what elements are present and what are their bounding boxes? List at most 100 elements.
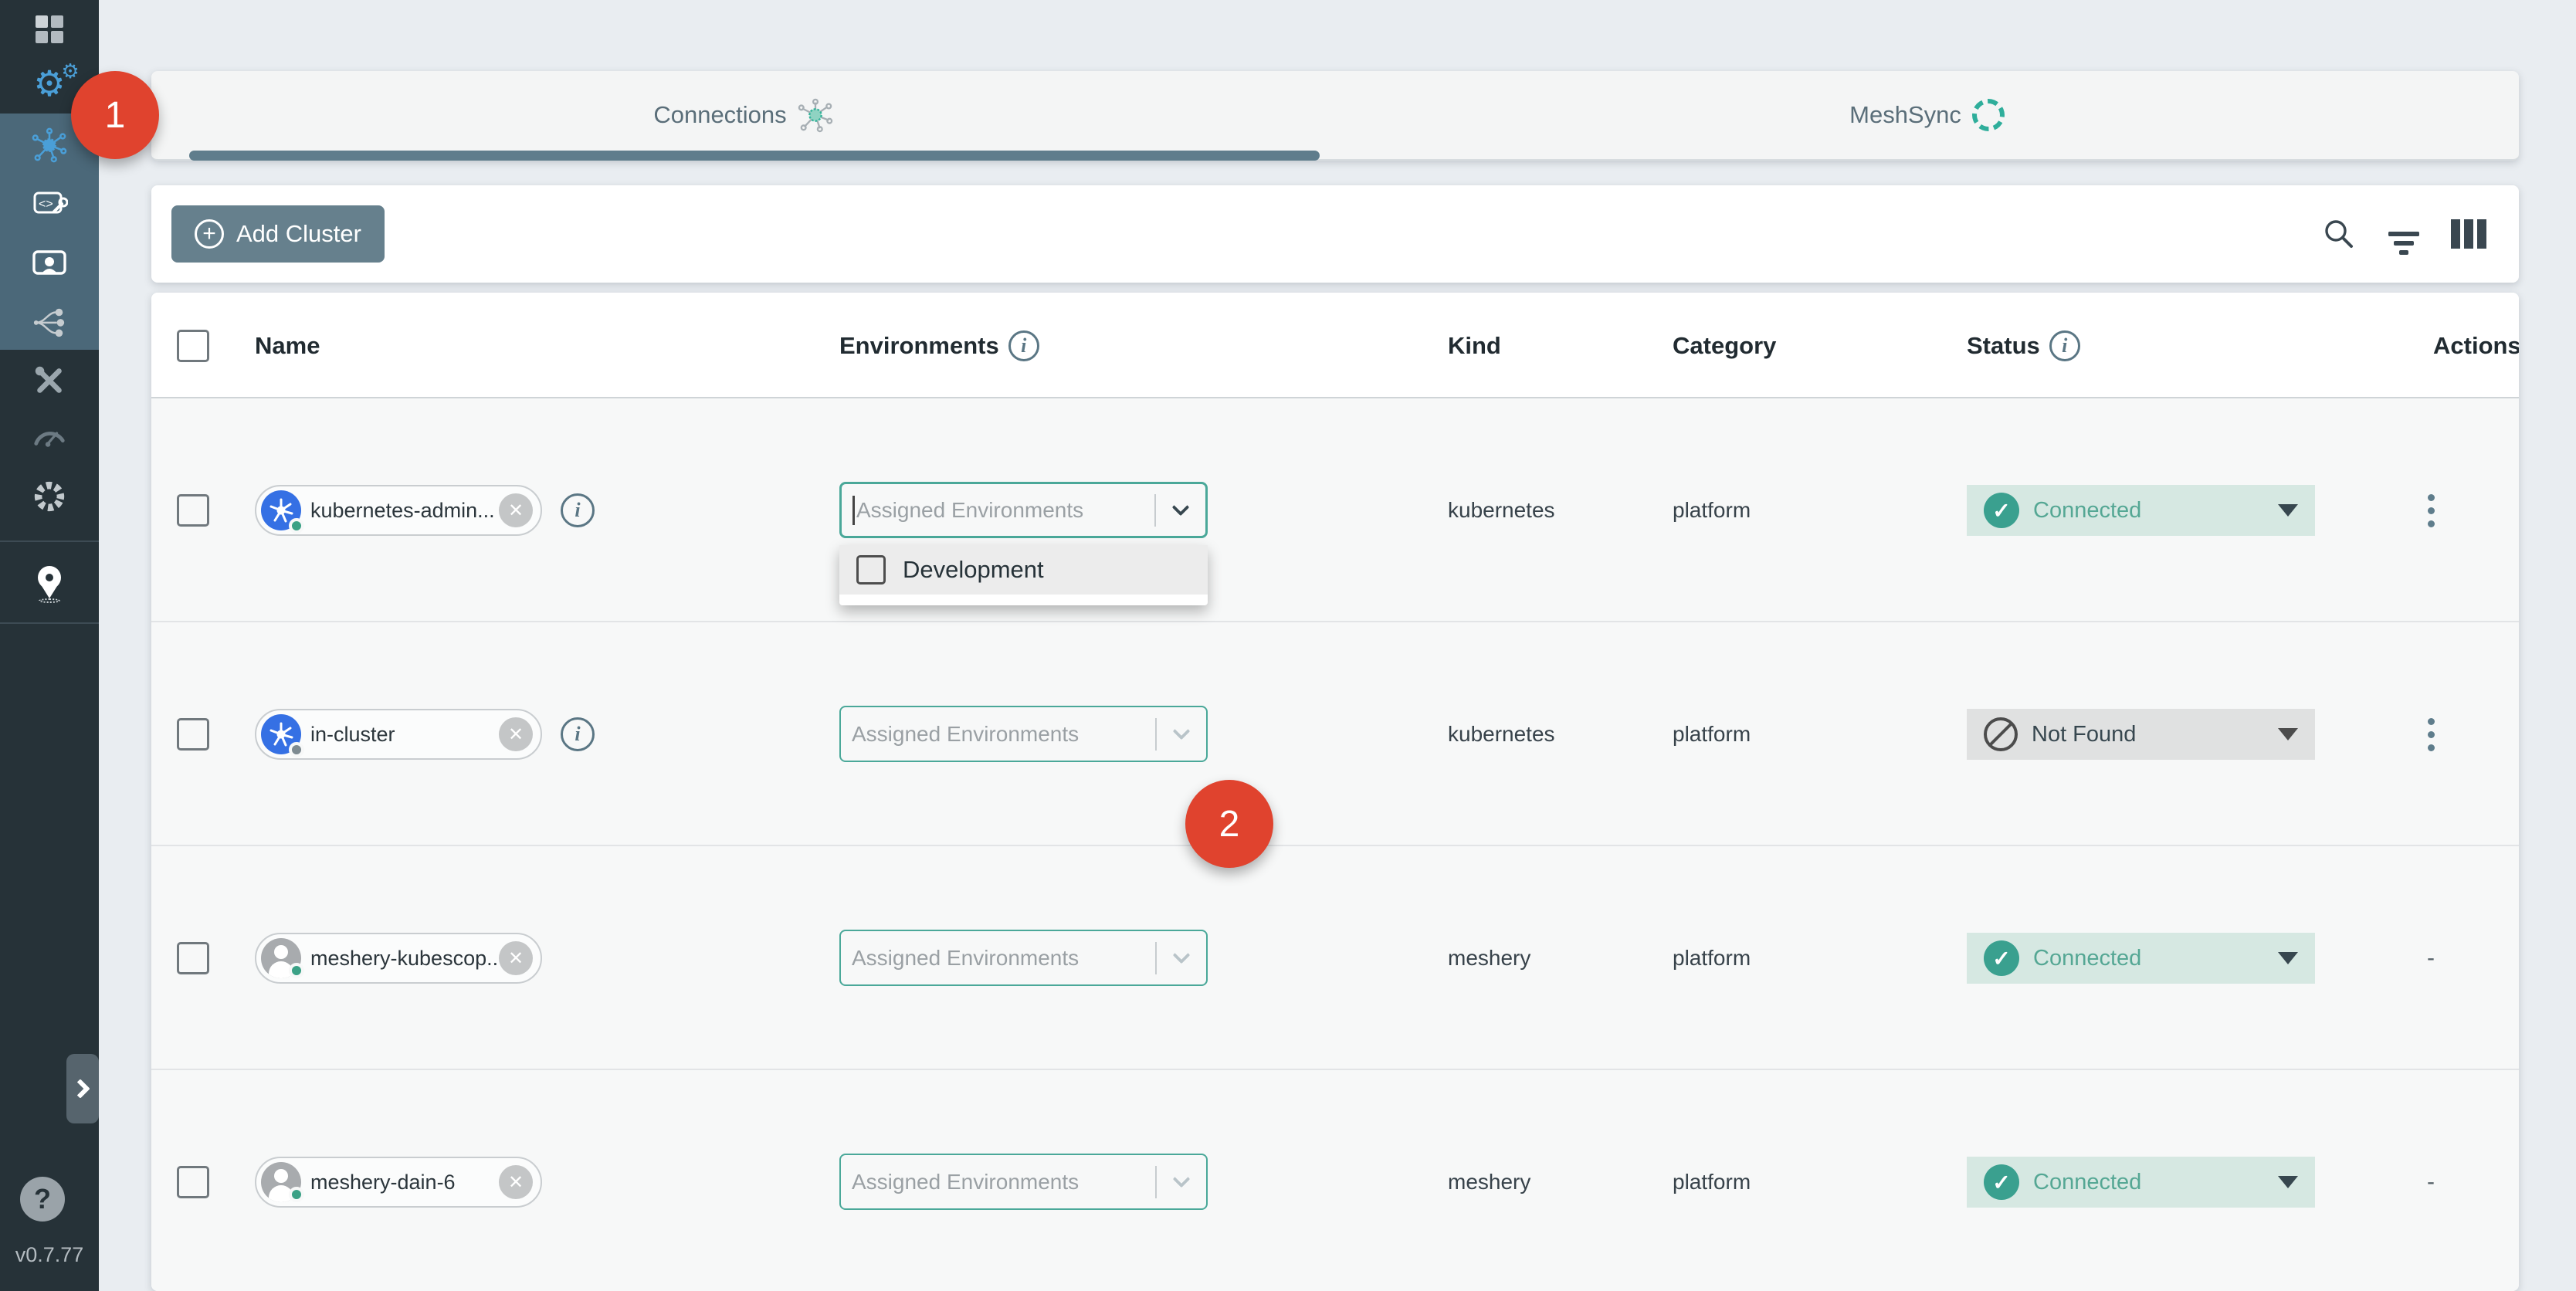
- environments-select[interactable]: Assigned Environments: [839, 930, 1208, 986]
- search-button[interactable]: [2321, 216, 2357, 252]
- status-dot: [289, 963, 304, 978]
- connection-name: kubernetes-admin...: [301, 499, 499, 523]
- status-dropdown[interactable]: ✓ Connected: [1967, 933, 2315, 984]
- table-row: meshery-dain-6 ✕ Assigned Environments m…: [151, 1070, 2519, 1291]
- version-label: v0.7.77: [0, 1243, 99, 1267]
- filter-button[interactable]: [2386, 216, 2422, 252]
- info-icon[interactable]: i: [2049, 330, 2080, 361]
- chevron-down-icon: [1173, 1170, 1191, 1188]
- environments-select[interactable]: Assigned Environments: [839, 706, 1208, 762]
- sidebar-item-performance[interactable]: [0, 405, 99, 464]
- category-cell: platform: [1673, 1070, 1751, 1291]
- option-checkbox[interactable]: [856, 555, 886, 585]
- table-header: Name Environments i Kind Category Status…: [151, 293, 2519, 398]
- info-icon[interactable]: i: [1008, 330, 1039, 361]
- screen-person-icon: [31, 246, 68, 280]
- sidebar-item-workspaces[interactable]: [0, 233, 99, 292]
- sidebar-item-location[interactable]: [0, 554, 99, 613]
- row-actions-menu-button[interactable]: [2420, 486, 2442, 535]
- tab-connections[interactable]: Connections: [151, 71, 1335, 159]
- chevron-down-icon: [1173, 946, 1191, 964]
- kind-cell: meshery: [1448, 846, 1530, 1070]
- gauge-icon: [32, 419, 67, 450]
- caret-down-icon: [2278, 1176, 2298, 1188]
- connections-table: Name Environments i Kind Category Status…: [151, 293, 2519, 1291]
- environments-placeholder: Assigned Environments: [841, 1170, 1155, 1194]
- status-dropdown[interactable]: ✓ Connected: [1967, 485, 2315, 536]
- connection-chip[interactable]: meshery-dain-6 ✕: [255, 1157, 542, 1208]
- select-chevron-button[interactable]: [1156, 507, 1205, 513]
- caret-down-icon: [2278, 728, 2298, 740]
- environments-placeholder: Assigned Environments: [841, 722, 1155, 747]
- check-circle-icon: ✓: [1984, 493, 2019, 528]
- table-row: meshery-kubescop... ✕ Assigned Environme…: [151, 846, 2519, 1070]
- category-cell: platform: [1673, 622, 1751, 846]
- connection-chip[interactable]: kubernetes-admin... ✕: [255, 485, 542, 536]
- category-cell: platform: [1673, 846, 1751, 1070]
- status-dot: [289, 518, 304, 534]
- select-chevron-button[interactable]: [1157, 1179, 1206, 1185]
- row-checkbox[interactable]: [177, 1166, 209, 1198]
- chevron-right-icon: [70, 1079, 90, 1098]
- environments-placeholder: Assigned Environments: [841, 946, 1155, 971]
- tab-meshsync[interactable]: MeshSync: [1335, 71, 2519, 159]
- location-pin-icon: [36, 566, 63, 601]
- row-actions-menu-button[interactable]: [2420, 710, 2442, 759]
- search-icon: [2322, 217, 2356, 251]
- environments-select[interactable]: Assigned Environments: [839, 1154, 1208, 1210]
- sidebar-item-adapters[interactable]: <>: [0, 175, 99, 233]
- hierarchy-icon: [32, 304, 67, 338]
- tab-connections-label: Connections: [653, 101, 786, 129]
- select-chevron-button[interactable]: [1157, 955, 1206, 961]
- ban-icon: [1984, 717, 2018, 751]
- remove-connection-button[interactable]: ✕: [499, 493, 533, 527]
- dropdown-option-development[interactable]: Development: [839, 545, 1208, 595]
- header-actions: Actions: [2433, 293, 2519, 398]
- connection-name: in-cluster: [301, 723, 499, 747]
- help-button[interactable]: ?: [20, 1177, 65, 1222]
- view-columns-button[interactable]: [2451, 216, 2486, 252]
- kind-cell: kubernetes: [1448, 398, 1555, 622]
- remove-connection-button[interactable]: ✕: [499, 717, 533, 751]
- status-dropdown[interactable]: Not Found: [1967, 709, 2315, 760]
- svg-text:<>: <>: [39, 198, 53, 211]
- connection-info-icon[interactable]: i: [561, 493, 595, 527]
- tabs-bar: Connections MeshSync: [151, 71, 2519, 161]
- row-checkbox[interactable]: [177, 942, 209, 974]
- connection-chip[interactable]: in-cluster ✕: [255, 709, 542, 760]
- view-columns-icon: [2451, 219, 2486, 249]
- add-cluster-button[interactable]: + Add Cluster: [171, 205, 385, 263]
- kind-cell: meshery: [1448, 1070, 1530, 1291]
- tab-meshsync-label: MeshSync: [1849, 101, 1961, 129]
- row-checkbox[interactable]: [177, 494, 209, 527]
- sidebar-expand-button[interactable]: [66, 1054, 99, 1123]
- no-actions-placeholder: -: [2427, 945, 2435, 971]
- header-category: Category: [1673, 293, 1776, 398]
- sidebar: ⚙⚙ ▾ <>: [0, 0, 99, 1291]
- connection-info-icon[interactable]: i: [561, 717, 595, 751]
- connection-chip[interactable]: meshery-kubescop... ✕: [255, 933, 542, 984]
- meshery-mesh-icon: [32, 479, 67, 514]
- sidebar-item-extensions[interactable]: [0, 467, 99, 526]
- remove-connection-button[interactable]: ✕: [499, 941, 533, 975]
- connections-mesh-icon: [32, 127, 67, 163]
- table-row: kubernetes-admin... ✕ i Assigned Environ…: [151, 398, 2519, 622]
- kubernetes-logo-icon: [261, 714, 301, 754]
- select-chevron-button[interactable]: [1157, 731, 1206, 737]
- sidebar-item-toolkit[interactable]: [0, 351, 99, 410]
- status-dropdown[interactable]: ✓ Connected: [1967, 1157, 2315, 1208]
- plus-icon: +: [195, 219, 224, 249]
- no-actions-placeholder: -: [2427, 1169, 2435, 1195]
- crossed-tools-icon: [32, 363, 67, 398]
- sidebar-item-environments[interactable]: [0, 292, 99, 351]
- sidebar-item-dashboard[interactable]: [0, 0, 99, 59]
- select-all-checkbox[interactable]: [177, 330, 209, 362]
- kind-cell: kubernetes: [1448, 622, 1555, 846]
- row-checkbox[interactable]: [177, 718, 209, 751]
- code-wrench-icon: <>: [31, 187, 68, 221]
- remove-connection-button[interactable]: ✕: [499, 1165, 533, 1199]
- header-status: Status i: [1967, 293, 2080, 398]
- connection-name: meshery-dain-6: [301, 1171, 499, 1194]
- environments-select[interactable]: Assigned Environments: [839, 482, 1208, 538]
- chevron-down-icon: [1173, 722, 1191, 740]
